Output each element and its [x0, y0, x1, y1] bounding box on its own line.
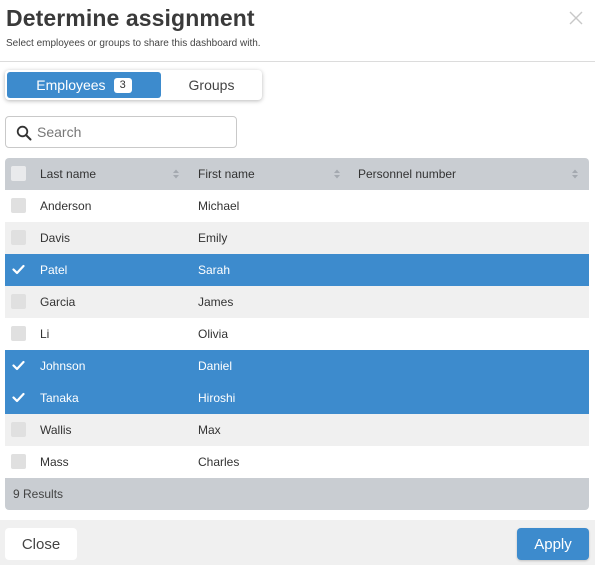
column-header-first-name[interactable]: First name [198, 158, 255, 190]
row-checkbox[interactable] [11, 262, 26, 277]
row-checkbox[interactable] [11, 326, 26, 341]
employees-table: Last name First name Personnel number An… [5, 158, 589, 510]
checkmark-icon [12, 392, 25, 403]
cell-first-name: Daniel [198, 359, 233, 373]
cell-last-name: Anderson [40, 199, 92, 213]
row-checkbox[interactable] [11, 422, 26, 437]
cell-last-name: Mass [40, 455, 69, 469]
table-row[interactable]: Mass Charles [5, 446, 589, 478]
table-footer: 9 Results [5, 478, 589, 510]
dialog-title: Determine assignment [6, 5, 255, 31]
checkmark-icon [12, 360, 25, 371]
select-all-checkbox[interactable] [11, 166, 26, 181]
dialog-header: Determine assignment Select employees or… [0, 0, 595, 62]
tab-employees-label: Employees [36, 77, 106, 93]
row-checkbox[interactable] [11, 358, 26, 373]
sort-icon[interactable] [172, 168, 180, 180]
apply-button[interactable]: Apply [517, 528, 589, 560]
tab-groups-label: Groups [188, 77, 235, 93]
table-row[interactable]: Johnson Daniel [5, 350, 589, 382]
cell-last-name: Li [40, 327, 50, 341]
table-row[interactable]: Li Olivia [5, 318, 589, 350]
close-x-icon[interactable] [566, 8, 586, 28]
checkmark-icon [12, 264, 25, 275]
table-row[interactable]: Patel Sarah [5, 254, 589, 286]
row-checkbox[interactable] [11, 454, 26, 469]
cell-first-name: Max [198, 423, 221, 437]
tab-groups[interactable]: Groups [163, 72, 260, 98]
cell-last-name: Davis [40, 231, 71, 245]
close-button[interactable]: Close [5, 528, 77, 560]
tab-switcher: Employees 3 Groups [5, 70, 262, 100]
search-icon [16, 125, 32, 141]
sort-icon[interactable] [571, 168, 579, 180]
cell-first-name: Olivia [198, 327, 229, 341]
search-input[interactable] [37, 122, 227, 142]
row-checkbox[interactable] [11, 390, 26, 405]
dialog-subtitle: Select employees or groups to share this… [6, 38, 261, 49]
cell-last-name: Patel [40, 263, 68, 277]
cell-last-name: Johnson [40, 359, 86, 373]
assignment-dialog: Determine assignment Select employees or… [0, 0, 595, 565]
tab-employees[interactable]: Employees 3 [7, 72, 161, 98]
search-box [5, 116, 237, 148]
column-header-last-name[interactable]: Last name [40, 158, 96, 190]
row-checkbox[interactable] [11, 294, 26, 309]
cell-last-name: Tanaka [40, 391, 79, 405]
cell-first-name: Hiroshi [198, 391, 236, 405]
table-row[interactable]: Wallis Max [5, 414, 589, 446]
employees-count-badge: 3 [113, 77, 132, 93]
column-header-personnel-number[interactable]: Personnel number [358, 158, 456, 190]
row-checkbox[interactable] [11, 198, 26, 213]
table-row[interactable]: Tanaka Hiroshi [5, 382, 589, 414]
cell-first-name: Charles [198, 455, 240, 469]
cell-first-name: James [198, 295, 234, 309]
dialog-footer: Close Apply [0, 520, 595, 565]
cell-first-name: Emily [198, 231, 228, 245]
table-row[interactable]: Garcia James [5, 286, 589, 318]
cell-last-name: Garcia [40, 295, 76, 309]
sort-icon[interactable] [333, 168, 341, 180]
row-checkbox[interactable] [11, 230, 26, 245]
results-count: 9 Results [13, 487, 64, 501]
table-header: Last name First name Personnel number [5, 158, 589, 190]
cell-first-name: Sarah [198, 263, 231, 277]
cell-last-name: Wallis [40, 423, 72, 437]
cell-first-name: Michael [198, 199, 240, 213]
table-row[interactable]: Davis Emily [5, 222, 589, 254]
table-row[interactable]: Anderson Michael [5, 190, 589, 222]
